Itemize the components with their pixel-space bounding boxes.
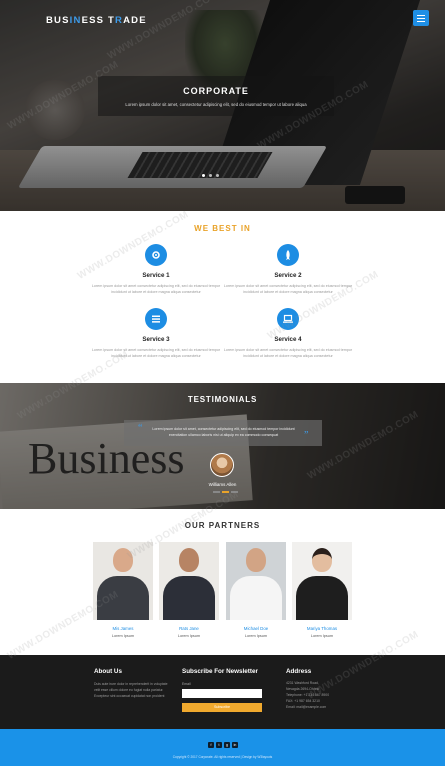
address-line[interactable]: Email: mail@example.com [286, 704, 356, 710]
service-name: Service 1 [142, 272, 170, 279]
partner-name[interactable]: Mariya Thomas [292, 626, 352, 631]
hero-title: CORPORATE [183, 86, 249, 96]
quote-open-icon: “ [138, 423, 143, 434]
newsletter-email-input[interactable] [182, 689, 262, 698]
laptop-icon [277, 308, 299, 330]
partner-photo [292, 542, 352, 620]
partner-photo [159, 542, 219, 620]
hero-caption: CORPORATE Lorem ipsum dolor sit amet, co… [98, 76, 334, 116]
testimonial-author: Williams Allen [208, 482, 237, 487]
service-card[interactable]: Service 1 Lorem ipsum dolor sit amet con… [91, 244, 221, 295]
partner-name[interactable]: Michael Doe [226, 626, 286, 631]
testimonial-quote: Lorem ipsum dolor sit amet, consectetur … [152, 427, 295, 437]
footer-about-text: Duis aute irure dolor in reprehenderit i… [94, 682, 168, 698]
email-label: Email [182, 682, 191, 686]
service-text: Lorem ipsum dolor sit amet consectetur a… [223, 284, 353, 294]
service-text: Lorem ipsum dolor sit amet consectetur a… [91, 284, 221, 294]
testimonial-pager [213, 491, 238, 493]
testimonial-quote-box: “ Lorem ipsum dolor sit amet, consectetu… [124, 420, 322, 446]
footer: About Us Duis aute irure dolor in repreh… [0, 655, 445, 729]
footer-newsletter-title: Subscribe For Newsletter [182, 668, 258, 675]
service-text: Lorem ipsum dolor sit amet consectetur a… [91, 348, 221, 358]
services-title: WE BEST IN [194, 224, 251, 233]
partner-role: Lorem Ipsum [111, 634, 135, 638]
slider-dot[interactable] [209, 174, 212, 177]
partner-name[interactable]: Rats Jane [159, 626, 219, 631]
testimonial-avatar [210, 453, 234, 477]
partner-role: Lorem Ipsum [244, 634, 268, 638]
social-links: f t g in [208, 742, 238, 748]
footer-address-title: Address [286, 668, 312, 675]
partner-role: Lorem Ipsum [177, 634, 201, 638]
service-card[interactable]: Service 4 Lorem ipsum dolor sit amet con… [223, 308, 353, 359]
service-name: Service 2 [274, 272, 302, 279]
partner-card[interactable]: Rats Jane Lorem Ipsum [159, 542, 219, 638]
google-plus-icon[interactable]: g [224, 742, 230, 748]
rocket-icon [277, 244, 299, 266]
service-text: Lorem ipsum dolor sit amet consectetur a… [223, 348, 353, 358]
partner-role: Lorem Ipsum [310, 634, 334, 638]
footer-about: About Us Duis aute irure dolor in repreh… [94, 668, 172, 699]
service-card[interactable]: Service 2 Lorem ipsum dolor sit amet con… [223, 244, 353, 295]
subscribe-button[interactable]: Subscribe [182, 703, 262, 712]
slider-dot[interactable] [202, 174, 205, 177]
testimonials-title: TESTIMONIALS [187, 395, 258, 404]
service-name: Service 4 [274, 336, 302, 343]
partner-photo [226, 542, 286, 620]
partner-card[interactable]: Mis James Lorem Ipsum [93, 542, 153, 638]
site-logo[interactable]: BUSINESS TRADE [46, 15, 147, 26]
facebook-icon[interactable]: f [208, 742, 214, 748]
partner-name[interactable]: Mis James [93, 626, 153, 631]
settings-icon [145, 244, 167, 266]
hamburger-menu-button[interactable] [413, 10, 429, 26]
hero-text: Lorem ipsum dolor sit amet, consectetur … [125, 102, 307, 107]
bottom-bar: f t g in Copyright © 2017 Corporate. All… [0, 729, 445, 766]
slider-dot[interactable] [216, 174, 219, 177]
list-icon [145, 308, 167, 330]
partner-card[interactable]: Michael Doe Lorem Ipsum [226, 542, 286, 638]
partners-title: OUR PARTNERS [184, 521, 261, 530]
partner-photo [93, 542, 153, 620]
twitter-icon[interactable]: t [216, 742, 222, 748]
footer-about-title: About Us [94, 668, 122, 675]
footer-newsletter: Subscribe For Newsletter Email Subscribe [182, 668, 272, 712]
service-card[interactable]: Service 3 Lorem ipsum dolor sit amet con… [91, 308, 221, 359]
linkedin-icon[interactable]: in [232, 742, 238, 748]
quote-close-icon: ” [304, 430, 309, 441]
partner-card[interactable]: Mariya Thomas Lorem Ipsum [292, 542, 352, 638]
footer-address: Address 4231 Washford Road, Nevagda 2694… [286, 668, 356, 710]
hero-banner: BUSINESS TRADE CORPORATE Lorem ipsum dol… [0, 0, 445, 211]
slider-dots [202, 174, 219, 177]
copyright-text: Copyright © 2017 Corporate. All rights r… [172, 755, 273, 759]
service-name: Service 3 [142, 336, 170, 343]
